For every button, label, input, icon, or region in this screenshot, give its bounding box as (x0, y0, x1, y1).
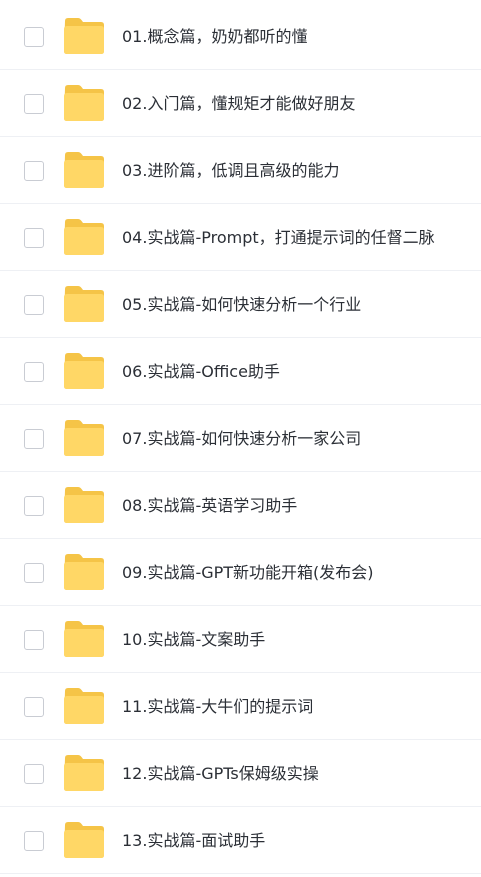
row-checkbox[interactable] (24, 563, 44, 583)
folder-icon (63, 688, 105, 724)
folder-icon (63, 18, 105, 54)
folder-icon (63, 353, 105, 389)
file-row-07[interactable]: 07.实战篇-如何快速分析一家公司 (0, 406, 481, 472)
folder-name[interactable]: 11.实战篇-大牛们的提示词 (122, 674, 313, 740)
row-checkbox[interactable] (24, 496, 44, 516)
file-row-10[interactable]: 10.实战篇-文案助手 (0, 607, 481, 673)
folder-icon (63, 755, 105, 791)
row-checkbox[interactable] (24, 697, 44, 717)
folder-icon (63, 286, 105, 322)
row-checkbox[interactable] (24, 630, 44, 650)
folder-icon (63, 554, 105, 590)
folder-icon (63, 219, 105, 255)
folder-name[interactable]: 04.实战篇-Prompt，打通提示词的任督二脉 (122, 205, 435, 271)
folder-name[interactable]: 09.实战篇-GPT新功能开箱(发布会) (122, 540, 374, 606)
file-row-03[interactable]: 03.进阶篇，低调且高级的能力 (0, 138, 481, 204)
file-row-05[interactable]: 05.实战篇-如何快速分析一个行业 (0, 272, 481, 338)
folder-name[interactable]: 12.实战篇-GPTs保姆级实操 (122, 741, 319, 807)
folder-name[interactable]: 02.入门篇，懂规矩才能做好朋友 (122, 71, 355, 137)
folder-name[interactable]: 05.实战篇-如何快速分析一个行业 (122, 272, 361, 338)
folder-name[interactable]: 13.实战篇-面试助手 (122, 808, 265, 874)
file-row-04[interactable]: 04.实战篇-Prompt，打通提示词的任督二脉 (0, 205, 481, 271)
folder-name[interactable]: 06.实战篇-Office助手 (122, 339, 280, 405)
folder-icon (63, 487, 105, 523)
file-row-09[interactable]: 09.实战篇-GPT新功能开箱(发布会) (0, 540, 481, 606)
folder-icon (63, 85, 105, 121)
row-checkbox[interactable] (24, 27, 44, 47)
folder-icon (63, 822, 105, 858)
file-row-13[interactable]: 13.实战篇-面试助手 (0, 808, 481, 874)
file-row-11[interactable]: 11.实战篇-大牛们的提示词 (0, 674, 481, 740)
folder-name[interactable]: 08.实战篇-英语学习助手 (122, 473, 297, 539)
folder-icon (63, 152, 105, 188)
row-checkbox[interactable] (24, 362, 44, 382)
file-row-08[interactable]: 08.实战篇-英语学习助手 (0, 473, 481, 539)
file-row-02[interactable]: 02.入门篇，懂规矩才能做好朋友 (0, 71, 481, 137)
file-row-06[interactable]: 06.实战篇-Office助手 (0, 339, 481, 405)
file-row-12[interactable]: 12.实战篇-GPTs保姆级实操 (0, 741, 481, 807)
file-row-01[interactable]: 01.概念篇，奶奶都听的懂 (0, 4, 481, 70)
row-checkbox[interactable] (24, 429, 44, 449)
folder-name[interactable]: 03.进阶篇，低调且高级的能力 (122, 138, 339, 204)
folder-name[interactable]: 07.实战篇-如何快速分析一家公司 (122, 406, 361, 472)
row-checkbox[interactable] (24, 228, 44, 248)
folder-name[interactable]: 10.实战篇-文案助手 (122, 607, 265, 673)
file-list: 01.概念篇，奶奶都听的懂 02.入门篇，懂规矩才能做好朋友 03.进阶篇，低调… (0, 0, 481, 877)
row-checkbox[interactable] (24, 295, 44, 315)
row-checkbox[interactable] (24, 764, 44, 784)
row-checkbox[interactable] (24, 831, 44, 851)
folder-icon (63, 621, 105, 657)
folder-icon (63, 420, 105, 456)
row-checkbox[interactable] (24, 94, 44, 114)
folder-name[interactable]: 01.概念篇，奶奶都听的懂 (122, 4, 307, 70)
row-checkbox[interactable] (24, 161, 44, 181)
